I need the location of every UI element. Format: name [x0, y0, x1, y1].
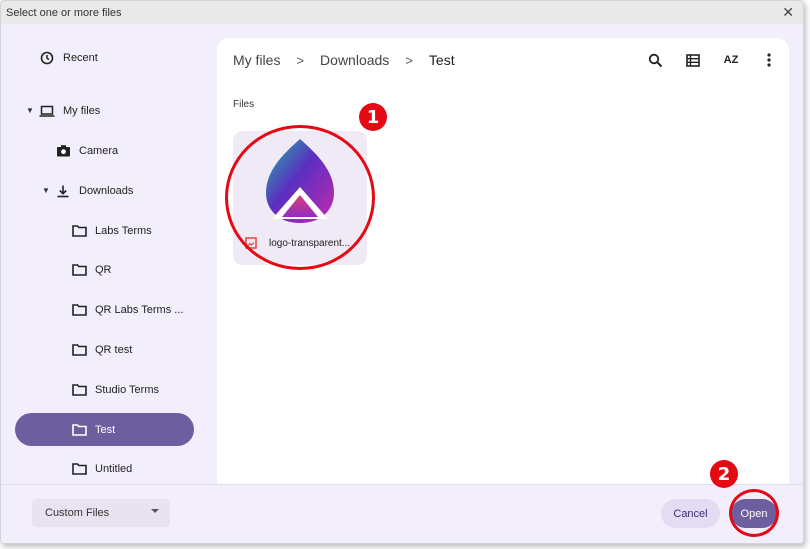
- folder-icon: [71, 342, 87, 358]
- clock-icon: [39, 50, 55, 66]
- folder-icon: [71, 422, 87, 438]
- expand-arrow-icon[interactable]: ▼: [41, 186, 51, 195]
- file-name: logo-transparent...: [245, 237, 363, 249]
- folder-icon: [71, 302, 87, 318]
- sidebar-item-qr-test[interactable]: QR test: [71, 333, 132, 366]
- sidebar-item-label: My files: [63, 104, 101, 117]
- sidebar-item-downloads[interactable]: ▼ Downloads: [41, 174, 133, 207]
- breadcrumb-my-files[interactable]: My files: [233, 52, 280, 68]
- sidebar-item-recent[interactable]: Recent: [39, 41, 98, 74]
- close-icon[interactable]: ✕: [782, 4, 794, 20]
- annotation-badge-1: 1: [359, 103, 387, 131]
- file-thumbnail: [233, 131, 367, 231]
- title-bar: Select one or more files ✕: [1, 1, 803, 24]
- file-item-logo[interactable]: logo-transparent...: [233, 131, 367, 265]
- file-type-select[interactable]: Custom Files: [32, 499, 170, 527]
- footer: Custom Files Cancel Open: [1, 484, 803, 543]
- sidebar: Recent ▼ My files Camera ▼ Downloads Lab…: [1, 24, 215, 484]
- folder-icon: [71, 461, 87, 477]
- logo-thumbnail-image: [266, 139, 334, 223]
- laptop-icon: [39, 103, 55, 119]
- sidebar-item-label: Studio Terms: [95, 383, 159, 396]
- folder-icon: [71, 262, 87, 278]
- annotation-badge-2: 2: [710, 460, 738, 488]
- file-name-text: logo-transparent...: [269, 237, 351, 249]
- cancel-button[interactable]: Cancel: [661, 499, 720, 528]
- camera-icon: [55, 143, 71, 159]
- sidebar-item-studio-terms[interactable]: Studio Terms: [71, 373, 159, 406]
- sidebar-item-label: Camera: [79, 144, 119, 157]
- sidebar-item-label: QR Labs Terms ...: [95, 303, 184, 316]
- sidebar-item-qr[interactable]: QR: [71, 253, 112, 286]
- sidebar-item-label: Test: [95, 423, 116, 436]
- files-section-label: Files: [233, 99, 255, 110]
- breadcrumb-test: Test: [428, 52, 455, 68]
- expand-arrow-icon[interactable]: ▼: [25, 106, 35, 115]
- sidebar-item-my-files[interactable]: ▼ My files: [25, 94, 100, 127]
- more-options-icon[interactable]: [759, 50, 779, 70]
- breadcrumb: My files > Downloads > Test: [233, 52, 455, 68]
- sidebar-item-qr-labs-terms[interactable]: QR Labs Terms ...: [71, 293, 183, 326]
- sidebar-item-label: Labs Terms: [95, 224, 152, 237]
- file-list-pane: My files > Downloads > Test AZ Files log…: [217, 38, 789, 484]
- search-icon[interactable]: [645, 50, 665, 70]
- window-title: Select one or more files: [6, 6, 122, 19]
- open-button[interactable]: Open: [731, 499, 777, 528]
- file-picker-dialog: Select one or more files ✕ Recent ▼ My f…: [0, 0, 804, 544]
- sidebar-item-label: Downloads: [79, 184, 134, 197]
- list-view-icon[interactable]: [683, 50, 703, 70]
- sidebar-item-label: Recent: [63, 51, 98, 64]
- file-type-value: Custom Files: [45, 507, 110, 519]
- folder-icon: [71, 382, 87, 398]
- sort-az-icon[interactable]: AZ: [721, 50, 741, 70]
- sidebar-item-label: QR: [95, 263, 112, 276]
- image-file-icon: [245, 237, 257, 249]
- toolbar: AZ: [645, 50, 779, 70]
- sidebar-item-untitled[interactable]: Untitled: [71, 452, 132, 485]
- breadcrumb-separator: >: [296, 52, 305, 68]
- sidebar-item-label: QR test: [95, 343, 133, 356]
- breadcrumb-downloads[interactable]: Downloads: [320, 52, 389, 68]
- sidebar-item-camera[interactable]: Camera: [55, 134, 118, 167]
- sidebar-item-test[interactable]: Test: [15, 413, 194, 446]
- chevron-down-icon: [151, 509, 159, 513]
- sidebar-item-labs-terms[interactable]: Labs Terms: [71, 214, 152, 247]
- folder-icon: [71, 223, 87, 239]
- download-icon: [55, 183, 71, 199]
- breadcrumb-separator: >: [405, 52, 413, 68]
- sidebar-item-label: Untitled: [95, 462, 133, 475]
